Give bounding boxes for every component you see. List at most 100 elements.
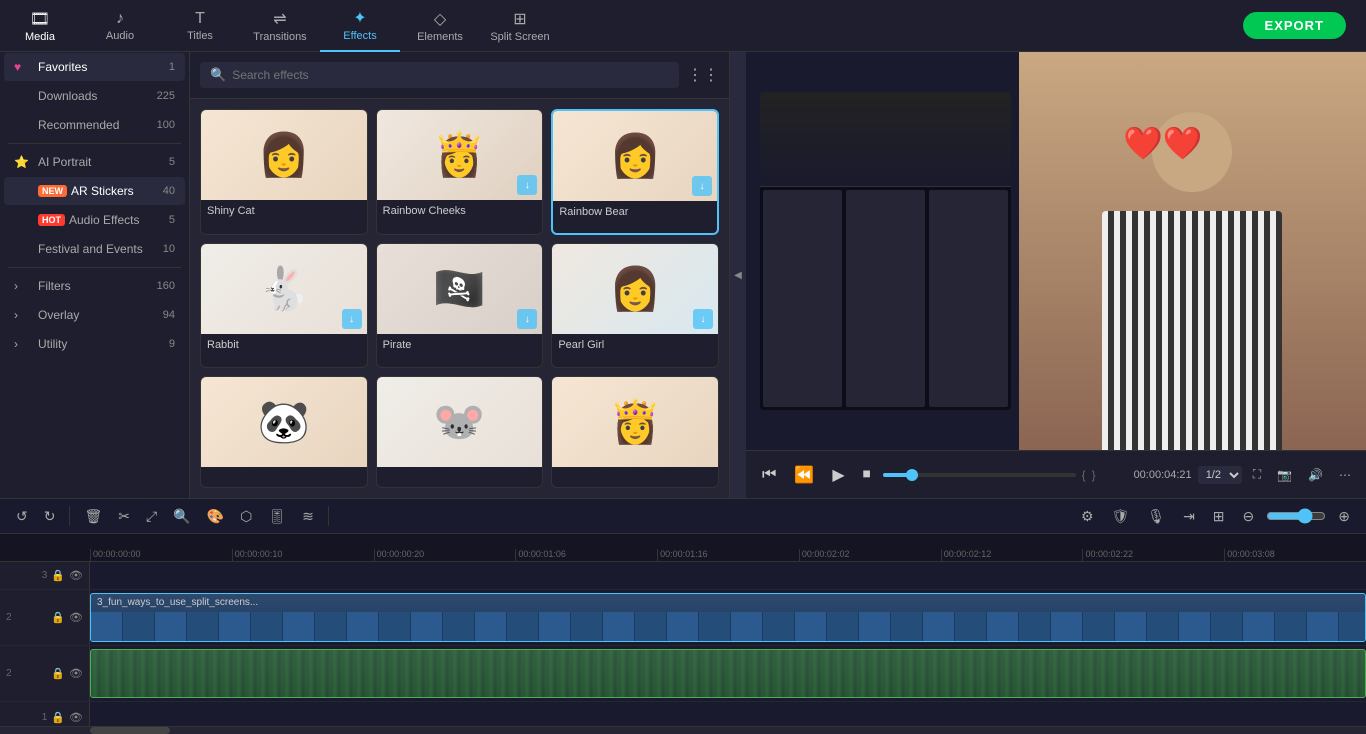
crop-button[interactable]: ⤢ xyxy=(140,504,163,529)
sidebar-item-recommended[interactable]: Recommended 100 xyxy=(4,111,185,139)
sidebar-item-favorites[interactable]: ♥ Favorites 1 xyxy=(4,53,185,81)
progress-bar[interactable] xyxy=(883,473,1076,477)
toolbar-splitscreen[interactable]: ⊞ Split Screen xyxy=(480,0,560,52)
effect-card-generic3[interactable]: 👸 xyxy=(551,376,719,488)
motion-button[interactable]: ≋ xyxy=(296,504,320,529)
toolbar-audio[interactable]: ♪ Audio xyxy=(80,0,160,52)
pirate-download-btn[interactable]: ↓ xyxy=(517,309,537,329)
grid-view-icon[interactable]: ⋮⋮ xyxy=(687,65,719,85)
right-tool-4[interactable]: ⇥ xyxy=(1177,504,1201,529)
frame-25 xyxy=(859,612,891,641)
effect-card-pearlgirl[interactable]: 👩 ↓ Pearl Girl xyxy=(551,243,719,367)
frame-24 xyxy=(827,612,859,641)
fullscreen-button[interactable]: ⛶ xyxy=(1248,464,1266,485)
sidebar-item-filters[interactable]: › Filters 160 xyxy=(4,272,185,300)
effect-card-generic1[interactable]: 🐼 xyxy=(200,376,368,488)
effect-card-pirate[interactable]: 🏴‍☠️ ↓ Pirate xyxy=(376,243,544,367)
sidebar-item-arstickers[interactable]: NEW AR Stickers 40 xyxy=(4,177,185,205)
frame-39 xyxy=(1307,612,1339,641)
screenshot-button[interactable]: 📷 xyxy=(1272,465,1297,485)
search-input[interactable] xyxy=(232,68,669,82)
right-tool-1[interactable]: ⚙ xyxy=(1075,504,1100,529)
frame-7 xyxy=(283,612,315,641)
sidebar-item-utility[interactable]: › Utility 9 xyxy=(4,330,185,358)
track-content-video[interactable]: 3_fun_ways_to_use_split_screens... xyxy=(90,590,1366,645)
right-tool-3[interactable]: 🎙 xyxy=(1141,504,1171,529)
right-tool-5[interactable]: ⊞ xyxy=(1207,504,1231,529)
rainbowbear-download-btn[interactable]: ↓ xyxy=(692,176,712,196)
effect-card-rainbowbear[interactable]: 👩 ↓ Rainbow Bear xyxy=(551,109,719,235)
track-eye-bottom[interactable]: 👁 xyxy=(69,711,83,724)
effect-thumb-pearlgirl: 👩 ↓ xyxy=(552,244,718,334)
mask-button[interactable]: ⬡ xyxy=(234,504,258,529)
pearlgirl-download-btn[interactable]: ↓ xyxy=(693,309,713,329)
audioeffects-count: 5 xyxy=(169,214,175,226)
right-tool-7[interactable]: ⊕ xyxy=(1332,504,1356,529)
scrollbar-thumb[interactable] xyxy=(90,727,170,734)
track-lock-audio[interactable]: 🔒 xyxy=(51,667,65,680)
speed-select[interactable]: 1/2 1/4 1 xyxy=(1198,466,1242,484)
festivalevents-count: 10 xyxy=(163,243,175,255)
generic2-emoji: 🐭 xyxy=(377,377,543,467)
rainbowcheeks-download-btn[interactable]: ↓ xyxy=(517,175,537,195)
color-button[interactable]: 🎨 xyxy=(201,504,230,529)
effect-card-generic2[interactable]: 🐭 xyxy=(376,376,544,488)
audio-adj-button[interactable]: 🎚 xyxy=(262,504,292,529)
effect-card-rabbit[interactable]: 🐇 ↓ Rabbit xyxy=(200,243,368,367)
delete-button[interactable]: 🗑 xyxy=(78,504,108,529)
toolbar-transitions[interactable]: ⇌ Transitions xyxy=(240,0,320,52)
sidebar-item-downloads[interactable]: Downloads 225 xyxy=(4,82,185,110)
timeline-zoom-slider[interactable] xyxy=(1266,508,1326,524)
aiportrait-label: AI Portrait xyxy=(38,155,169,169)
cut-button[interactable]: ✂ xyxy=(112,504,136,529)
zoom-button[interactable]: 🔍 xyxy=(167,504,196,529)
rabbit-download-btn[interactable]: ↓ xyxy=(342,309,362,329)
right-tool-6[interactable]: ⊖ xyxy=(1237,504,1261,529)
sidebar-divider-2 xyxy=(8,267,181,268)
timeline-scrollbar[interactable] xyxy=(0,726,1366,734)
effect-thumb-pirate: 🏴‍☠️ ↓ xyxy=(377,244,543,334)
generic3-emoji: 👸 xyxy=(552,377,718,467)
left-sidebar: ♥ Favorites 1 Downloads 225 Recommended … xyxy=(0,52,190,498)
effect-card-rainbowcheeks[interactable]: 👸 ↓ Rainbow Cheeks xyxy=(376,109,544,235)
track-header-icons-audio: 🔒 👁 xyxy=(51,667,83,680)
track-clip-label: 3_fun_ways_to_use_split_screens... xyxy=(97,597,258,608)
sidebar-item-aiportrait[interactable]: ⭐ AI Portrait 5 xyxy=(4,148,185,176)
overlay-expand-icon: › xyxy=(14,308,32,322)
effect-thumb-generic1: 🐼 xyxy=(201,377,367,467)
track-eye-1[interactable]: 👁 xyxy=(69,569,83,582)
collapse-panel-arrow[interactable]: ◀ xyxy=(730,52,746,498)
track-row-empty-1: 3 🔒 👁 xyxy=(0,562,1366,590)
sidebar-item-festivalevents[interactable]: Festival and Events 10 xyxy=(4,235,185,263)
toolbar-effects[interactable]: ✦ Effects xyxy=(320,0,400,52)
volume-button[interactable]: 🔊 xyxy=(1303,465,1328,485)
utility-expand-icon: › xyxy=(14,337,32,351)
redo-button[interactable]: ↻ xyxy=(38,504,62,529)
monitor-thumb-3 xyxy=(929,190,1008,407)
export-button[interactable]: EXPORT xyxy=(1243,12,1346,39)
track-eye-2[interactable]: 👁 xyxy=(69,611,83,624)
track-eye-audio[interactable]: 👁 xyxy=(69,667,83,680)
track-row-empty-2: 1 🔒 👁 xyxy=(0,702,1366,726)
sidebar-item-overlay[interactable]: › Overlay 94 xyxy=(4,301,185,329)
bottom-toolbar: ↺ ↻ 🗑 ✂ ⤢ 🔍 🎨 ⬡ 🎚 ≋ ⚙ 🛡 🎙 ⇥ ⊞ ⊖ ⊕ xyxy=(0,498,1366,534)
search-input-wrap[interactable]: 🔍 xyxy=(200,62,679,88)
undo-button[interactable]: ↺ xyxy=(10,504,34,529)
track-lock-1[interactable]: 🔒 xyxy=(51,569,65,582)
toolbar-elements[interactable]: ◇ Elements xyxy=(400,0,480,52)
effect-card-shinycat[interactable]: 👩 Shiny Cat xyxy=(200,109,368,235)
more-button[interactable]: ⋯ xyxy=(1334,465,1356,485)
play-button[interactable]: ▶ xyxy=(826,461,850,489)
track-content-audio[interactable] xyxy=(90,646,1366,701)
step-back-button[interactable]: ⏪ xyxy=(788,461,820,489)
sidebar-item-audioeffects[interactable]: HOT Audio Effects 5 xyxy=(4,206,185,234)
toolbar-media[interactable]: 🎞 Media xyxy=(0,0,80,52)
right-tool-2[interactable]: 🛡 xyxy=(1106,504,1136,529)
track-lock-bottom[interactable]: 🔒 xyxy=(51,711,65,724)
ruler-mark-5: 00:00:02:02 xyxy=(799,549,941,561)
stop-button[interactable]: ⏹ xyxy=(857,462,877,488)
skip-back-button[interactable]: ⏮ xyxy=(756,462,782,488)
track-lock-2[interactable]: 🔒 xyxy=(51,611,65,624)
toolbar-titles[interactable]: T Titles xyxy=(160,0,240,52)
rabbit-label: Rabbit xyxy=(201,334,367,356)
